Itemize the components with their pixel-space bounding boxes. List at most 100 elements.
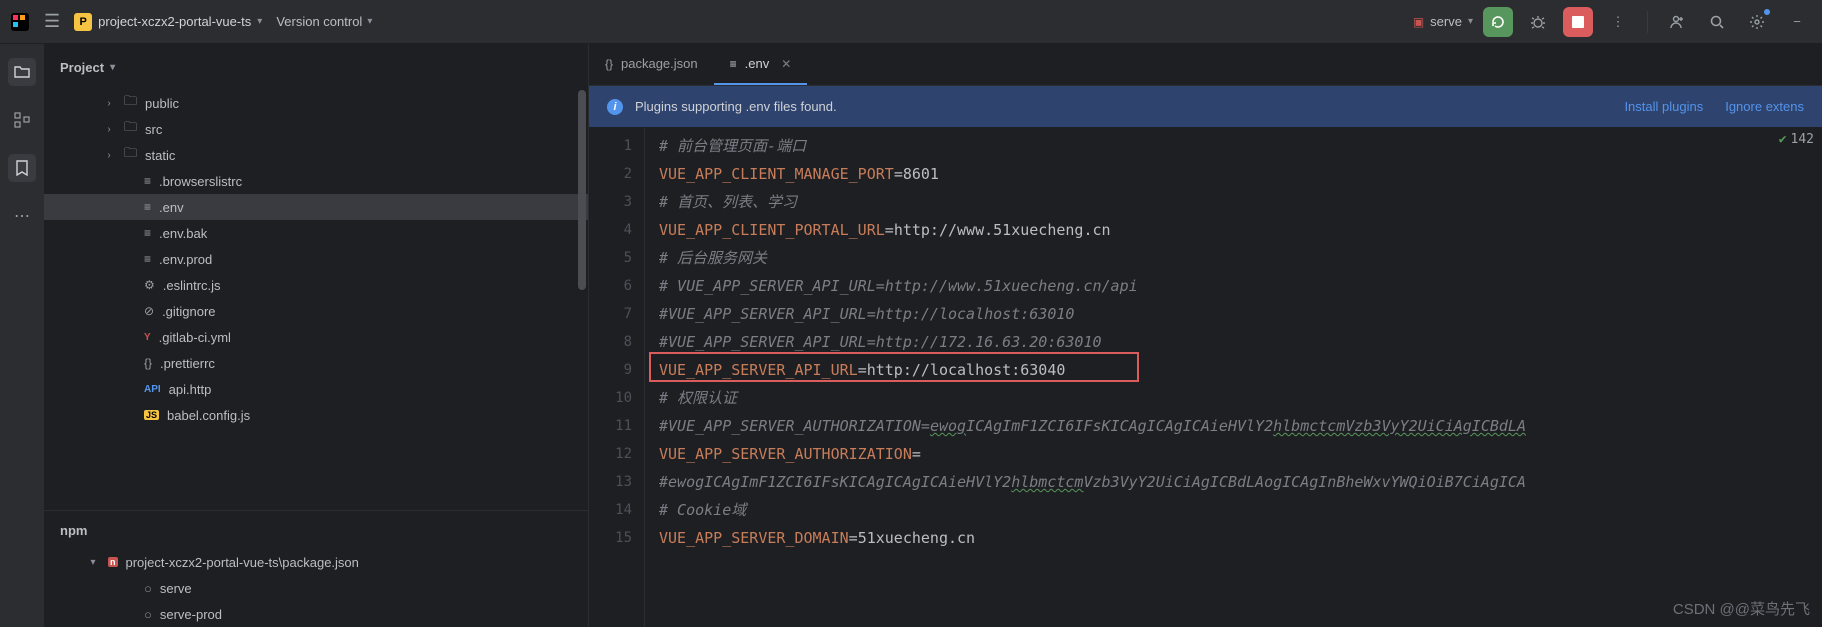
line-number[interactable]: 5 — [589, 244, 632, 272]
ide-logo-icon — [10, 12, 30, 32]
tree-file-row[interactable]: ⊘.gitignore — [44, 298, 588, 324]
separator — [1647, 11, 1648, 33]
line-number[interactable]: 8 — [589, 328, 632, 356]
scrollbar-thumb[interactable] — [578, 90, 586, 290]
tree-item-label: .gitlab-ci.yml — [159, 330, 231, 345]
tree-folder-row[interactable]: ›🗀src — [44, 116, 588, 142]
code-line[interactable]: #VUE_APP_SERVER_API_URL=http://localhost… — [659, 300, 1822, 328]
tree-folder-row[interactable]: ›🗀static — [44, 142, 588, 168]
tab-label: package.json — [621, 56, 698, 71]
version-control-menu[interactable]: Version control ▾ — [276, 14, 372, 29]
file-type-icon: ≡ — [730, 57, 737, 71]
run-configuration-selector[interactable]: ▣ serve ▾ — [1413, 14, 1473, 29]
editor-tab[interactable]: ≡.env✕ — [714, 44, 808, 85]
project-panel: Project ▾ ›🗀public›🗀src›🗀static≡.browser… — [44, 44, 589, 627]
line-number[interactable]: 7 — [589, 300, 632, 328]
code-line[interactable]: VUE_APP_CLIENT_MANAGE_PORT=8601 — [659, 160, 1822, 188]
editor-tab[interactable]: {}package.json — [589, 44, 714, 85]
bookmark-icon — [15, 160, 29, 176]
expand-arrow-icon[interactable]: › — [102, 124, 116, 135]
line-number[interactable]: 13 — [589, 468, 632, 496]
line-number[interactable]: 14 — [589, 496, 632, 524]
tree-file-row[interactable]: ≡.browserslistrc — [44, 168, 588, 194]
tree-file-row[interactable]: JSbabel.config.js — [44, 402, 588, 428]
code-line[interactable]: #VUE_APP_SERVER_API_URL=http://172.16.63… — [659, 328, 1822, 356]
code-line[interactable]: # 前台管理页面-端口 — [659, 132, 1822, 160]
title-bar: ☰ P project-xczx2-portal-vue-ts ▾ Versio… — [0, 0, 1822, 44]
tree-file-row[interactable]: {}.prettierrc — [44, 350, 588, 376]
npm-script-row[interactable]: ○serve — [44, 575, 588, 601]
ignore-extension-link[interactable]: Ignore extens — [1725, 99, 1804, 114]
tree-item-label: .env.bak — [159, 226, 207, 241]
debug-button[interactable] — [1523, 7, 1553, 37]
json-file-icon: {} — [144, 356, 152, 370]
code-line[interactable]: # 后台服务网关 — [659, 244, 1822, 272]
settings-button[interactable] — [1742, 7, 1772, 37]
tree-file-row[interactable]: ≡.env.bak — [44, 220, 588, 246]
install-plugins-link[interactable]: Install plugins — [1624, 99, 1703, 114]
info-icon: i — [607, 99, 623, 115]
code-line[interactable]: VUE_APP_CLIENT_PORTAL_URL=http://www.51x… — [659, 216, 1822, 244]
tree-file-row[interactable]: ⚙.eslintrc.js — [44, 272, 588, 298]
line-number[interactable]: 9 — [589, 356, 632, 384]
line-number[interactable]: 10 — [589, 384, 632, 412]
main-menu-icon[interactable]: ☰ — [44, 11, 60, 32]
gutter[interactable]: 123456789101112131415 — [589, 128, 645, 627]
line-number[interactable]: 12 — [589, 440, 632, 468]
code-line[interactable]: # 权限认证 — [659, 384, 1822, 412]
project-selector[interactable]: P project-xczx2-portal-vue-ts ▾ — [74, 13, 262, 31]
tree-folder-row[interactable]: ›🗀public — [44, 90, 588, 116]
npm-root-label: project-xczx2-portal-vue-ts\package.json — [126, 555, 359, 570]
minimize-button[interactable]: − — [1782, 7, 1812, 37]
line-number[interactable]: 2 — [589, 160, 632, 188]
tree-file-row[interactable]: ≡.env.prod — [44, 246, 588, 272]
project-panel-header[interactable]: Project ▾ — [44, 44, 588, 90]
main-area: ⋯ Project ▾ ›🗀public›🗀src›🗀static≡.brows… — [0, 44, 1822, 627]
code-line[interactable]: #ewogICAgImF1ZCI6IFsKICAgICAgICAieHVlY2h… — [659, 468, 1822, 496]
minimize-icon: − — [1793, 14, 1801, 29]
line-number[interactable]: 11 — [589, 412, 632, 440]
code-editor[interactable]: ✔ 142 # 前台管理页面-端口VUE_APP_CLIENT_MANAGE_P… — [645, 128, 1822, 627]
project-tree[interactable]: ›🗀public›🗀src›🗀static≡.browserslistrc≡.e… — [44, 90, 588, 510]
title-bar-left: ☰ P project-xczx2-portal-vue-ts ▾ Versio… — [10, 11, 372, 32]
code-line[interactable]: VUE_APP_SERVER_API_URL=http://localhost:… — [659, 356, 1822, 384]
code-line[interactable]: # VUE_APP_SERVER_API_URL=http://www.51xu… — [659, 272, 1822, 300]
inspection-widget[interactable]: ✔ 142 — [1779, 132, 1814, 147]
tree-item-label: .env.prod — [159, 252, 212, 267]
line-number[interactable]: 15 — [589, 524, 632, 552]
code-line[interactable]: # Cookie域 — [659, 496, 1822, 524]
npm-panel-header[interactable]: npm — [44, 511, 588, 549]
code-line[interactable]: VUE_APP_SERVER_DOMAIN=51xuecheng.cn — [659, 524, 1822, 552]
project-tool-button[interactable] — [8, 58, 36, 86]
ellipsis-icon: ⋯ — [14, 206, 30, 226]
more-actions-button[interactable]: ⋮ — [1603, 7, 1633, 37]
tree-file-row[interactable]: Y.gitlab-ci.yml — [44, 324, 588, 350]
npm-script-row[interactable]: ○serve-prod — [44, 601, 588, 627]
more-tools-button[interactable]: ⋯ — [8, 202, 36, 230]
search-everywhere-button[interactable] — [1702, 7, 1732, 37]
structure-tool-button[interactable] — [8, 106, 36, 134]
stop-button[interactable] — [1563, 7, 1593, 37]
folder-icon: 🗀 — [124, 144, 137, 166]
tree-file-row[interactable]: ≡.env — [44, 194, 588, 220]
tree-item-label: src — [145, 122, 162, 137]
expand-arrow-icon[interactable]: ▾ — [86, 557, 100, 568]
code-line[interactable]: #VUE_APP_SERVER_AUTHORIZATION=ewogICAgIm… — [659, 412, 1822, 440]
line-number[interactable]: 1 — [589, 132, 632, 160]
code-with-me-button[interactable] — [1662, 7, 1692, 37]
tree-file-row[interactable]: APIapi.http — [44, 376, 588, 402]
line-number[interactable]: 6 — [589, 272, 632, 300]
bookmarks-tool-button[interactable] — [8, 154, 36, 182]
line-number[interactable]: 3 — [589, 188, 632, 216]
npm-icon: n — [108, 557, 118, 567]
chevron-down-icon: ▾ — [257, 16, 262, 27]
notification-message: Plugins supporting .env files found. — [635, 99, 837, 114]
rerun-button[interactable] — [1483, 7, 1513, 37]
expand-arrow-icon[interactable]: › — [102, 150, 116, 161]
code-line[interactable]: # 首页、列表、学习 — [659, 188, 1822, 216]
line-number[interactable]: 4 — [589, 216, 632, 244]
npm-root-row[interactable]: ▾ n project-xczx2-portal-vue-ts\package.… — [44, 549, 588, 575]
close-tab-icon[interactable]: ✕ — [781, 57, 791, 71]
code-line[interactable]: VUE_APP_SERVER_AUTHORIZATION= — [659, 440, 1822, 468]
expand-arrow-icon[interactable]: › — [102, 98, 116, 109]
